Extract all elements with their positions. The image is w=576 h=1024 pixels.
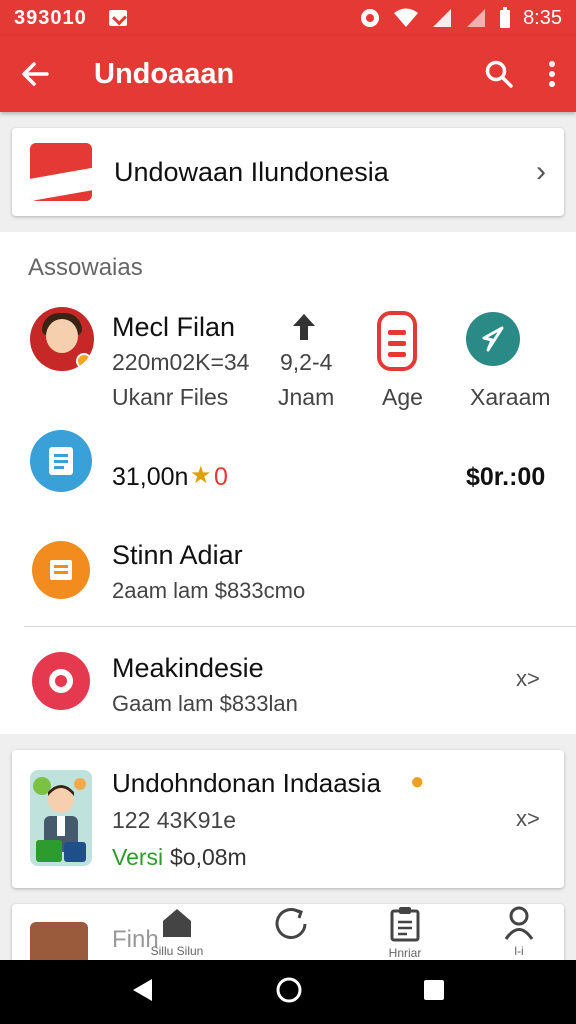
notification-icon	[108, 10, 127, 26]
main-panel: Assowaias Mecl Filan 220m02K=34 Ukanr Fi…	[0, 232, 576, 734]
home-icon	[163, 909, 191, 937]
nav-item-docs[interactable]: Hnriar	[360, 906, 450, 960]
upload-icon[interactable]	[290, 312, 318, 342]
wallet-icon	[30, 430, 92, 492]
flag-logo	[30, 143, 92, 201]
quick-action-value: 9,2-4	[280, 349, 333, 375]
list-item-subtitle: 2aam lam $833cmo	[112, 578, 306, 603]
signal-2-icon	[467, 9, 486, 27]
star-icon: ★	[190, 462, 212, 489]
expand-arrow-icon[interactable]: x>	[516, 666, 540, 692]
section-title: Assowaias	[28, 254, 143, 281]
list-item-title: Stinn Adiar	[112, 540, 243, 570]
record-icon	[32, 652, 90, 710]
signal-icon	[433, 9, 452, 27]
app-thumbnail	[30, 770, 92, 866]
app-bar: Undoaaan	[0, 36, 576, 112]
balance-right-value: $0r.:00	[466, 463, 546, 491]
quick-action-label-2[interactable]: Age	[382, 384, 423, 411]
verified-pin-icon: ●	[410, 768, 425, 795]
chevron-right-icon: ›	[536, 155, 546, 188]
message-icon	[32, 541, 90, 599]
version-value: $o,08m	[170, 844, 247, 870]
list-item-title: Meakindesie	[112, 653, 264, 683]
alarm-icon	[361, 9, 380, 27]
nav-label: Sillu Silun	[150, 944, 204, 958]
clipboard-icon	[390, 907, 420, 942]
bottom-nav: Sillu Silun Hnriar l-i	[0, 900, 576, 960]
list-item-subtitle: Gaam lam $833lan	[112, 691, 298, 716]
quick-action-label-1[interactable]: Jnam	[278, 384, 334, 411]
home-circle-icon[interactable]	[275, 976, 303, 1009]
wifi-icon	[394, 8, 419, 27]
battery-icon	[500, 7, 511, 28]
version-label: Versi	[112, 844, 164, 870]
nav-label: Hnriar	[388, 946, 422, 960]
document-icon[interactable]	[376, 310, 418, 372]
app-card[interactable]: Undohndonan Indaasia ● 122 43K91e Versi …	[12, 750, 564, 888]
account-name: Undowaan Ilundonesia	[114, 156, 389, 187]
profile-label: Ukanr Files	[112, 384, 229, 410]
carrier-text: 393010	[14, 6, 87, 29]
avatar[interactable]	[30, 307, 94, 371]
nav-label: l-i	[514, 944, 524, 958]
nav-item-refresh[interactable]	[246, 906, 336, 946]
system-nav-bar	[0, 960, 576, 1024]
person-icon	[504, 906, 534, 940]
profile-stats: 220m02K=34	[112, 349, 250, 375]
divider	[24, 626, 576, 627]
refresh-icon	[275, 908, 307, 939]
search-icon[interactable]	[484, 59, 514, 89]
expand-arrow-icon[interactable]: x>	[516, 806, 540, 832]
compass-icon[interactable]	[466, 312, 520, 366]
back-arrow-icon[interactable]	[20, 59, 50, 89]
recents-square-icon[interactable]	[422, 978, 446, 1007]
balance-badge: 0	[214, 463, 228, 491]
account-card[interactable]: Undowaan Ilundonesia ›	[12, 128, 564, 216]
page-title: Undoaaan	[94, 57, 235, 90]
more-vert-icon[interactable]	[548, 60, 556, 88]
nav-item-home[interactable]: Sillu Silun	[132, 906, 222, 958]
clock-text: 8:35	[523, 6, 562, 29]
back-triangle-icon[interactable]	[130, 977, 156, 1008]
status-bar: 393010 8:35	[0, 0, 576, 36]
quick-action-label-3[interactable]: Xaraam	[470, 384, 551, 411]
app-title: Undohndonan Indaasia	[112, 768, 381, 798]
nav-item-profile[interactable]: l-i	[474, 906, 564, 958]
profile-name: Mecl Filan	[112, 312, 236, 342]
balance-value: 31,00n	[112, 463, 189, 491]
app-stats: 122 43K91e	[112, 807, 237, 833]
